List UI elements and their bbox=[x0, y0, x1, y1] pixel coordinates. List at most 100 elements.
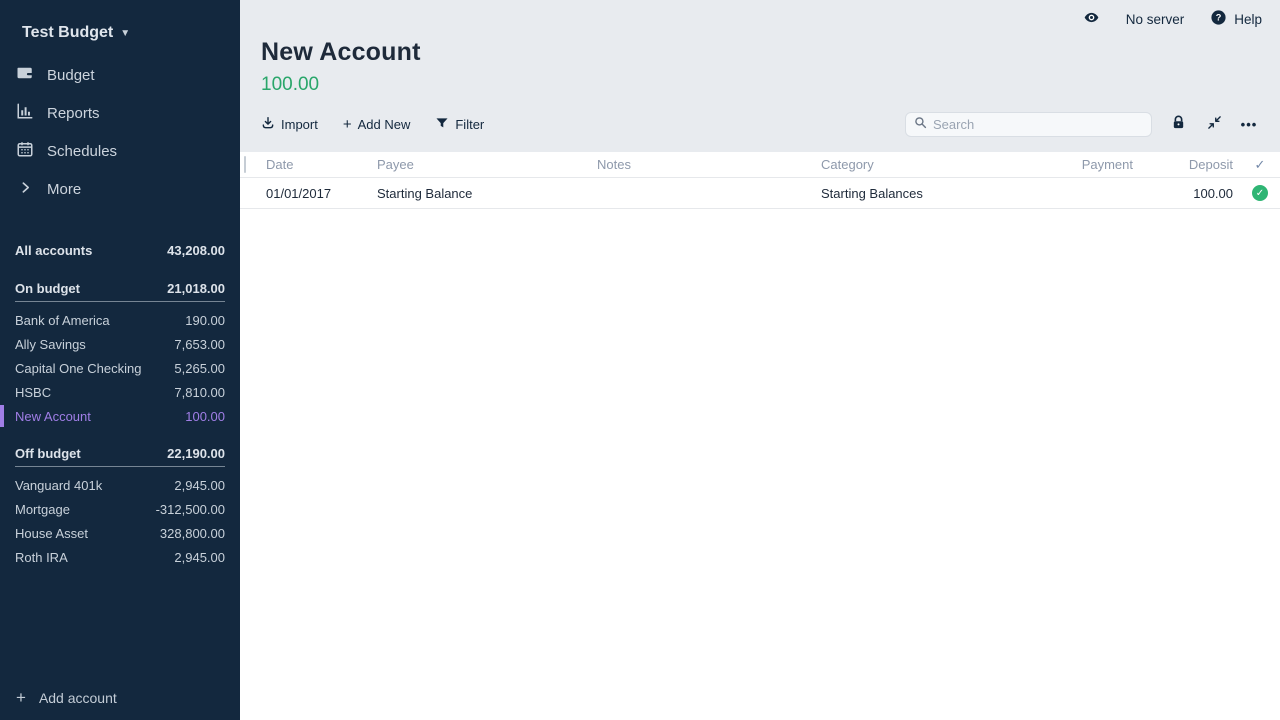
add-account-button[interactable]: + Add account bbox=[0, 684, 240, 712]
chevron-down-icon: ▼ bbox=[120, 28, 130, 39]
account-name: Capital One Checking bbox=[15, 361, 141, 376]
help-label: Help bbox=[1234, 12, 1262, 27]
account-balance: 190.00 bbox=[185, 313, 225, 328]
transactions-table: Date Payee Notes Category Payment Deposi… bbox=[240, 152, 1280, 720]
table-header-row: Date Payee Notes Category Payment Deposi… bbox=[240, 152, 1280, 178]
add-new-button[interactable]: + Add New bbox=[343, 117, 411, 132]
eye-icon bbox=[1083, 9, 1100, 29]
lock-icon bbox=[1171, 115, 1186, 133]
column-header-deposit[interactable]: Deposit bbox=[1140, 157, 1240, 172]
account-balance: 7,653.00 bbox=[174, 337, 225, 352]
account-name: New Account bbox=[15, 409, 91, 424]
calendar-icon bbox=[16, 140, 34, 162]
account-item-ally-savings[interactable]: Ally Savings 7,653.00 bbox=[0, 332, 240, 356]
accounts-list: All accounts 43,208.00 On budget 21,018.… bbox=[0, 237, 240, 569]
import-label: Import bbox=[281, 117, 318, 132]
check-icon: ✓ bbox=[1255, 157, 1266, 173]
budget-name: Test Budget bbox=[22, 24, 113, 42]
budget-switcher[interactable]: Test Budget ▼ bbox=[22, 24, 240, 42]
sidebar-item-label: Reports bbox=[47, 105, 100, 122]
on-budget-header[interactable]: On budget 21,018.00 bbox=[15, 276, 225, 302]
help-button[interactable]: ? Help bbox=[1210, 9, 1262, 29]
on-budget-value: 21,018.00 bbox=[167, 281, 225, 296]
table-empty-area bbox=[240, 209, 1280, 720]
account-item-vanguard-401k[interactable]: Vanguard 401k 2,945.00 bbox=[0, 473, 240, 497]
account-name: Mortgage bbox=[15, 502, 70, 517]
account-balance: -312,500.00 bbox=[156, 502, 225, 517]
cell-date[interactable]: 01/01/2017 bbox=[264, 186, 375, 201]
table-row[interactable]: 01/01/2017 Starting Balance Starting Bal… bbox=[240, 178, 1280, 209]
account-header: New Account 100.00 bbox=[240, 38, 1280, 96]
account-balance: 2,945.00 bbox=[174, 550, 225, 565]
search-icon bbox=[914, 116, 927, 132]
import-icon bbox=[261, 116, 275, 133]
cell-payee[interactable]: Starting Balance bbox=[375, 186, 595, 201]
column-header-notes[interactable]: Notes bbox=[595, 157, 820, 172]
column-header-date[interactable]: Date bbox=[264, 157, 375, 172]
collapse-rows-button[interactable] bbox=[1203, 115, 1225, 133]
main-panel: No server ? Help New Account 100.00 Impo… bbox=[240, 0, 1280, 720]
add-new-label: Add New bbox=[358, 117, 411, 132]
column-header-cleared[interactable]: ✓ bbox=[1240, 157, 1280, 173]
filter-icon bbox=[435, 116, 449, 133]
account-item-bank-of-america[interactable]: Bank of America 190.00 bbox=[0, 308, 240, 332]
filter-label: Filter bbox=[455, 117, 484, 132]
account-item-hsbc[interactable]: HSBC 7,810.00 bbox=[0, 380, 240, 404]
on-budget-label: On budget bbox=[15, 281, 80, 296]
sidebar: Test Budget ▼ Budget Reports Schedules bbox=[0, 0, 240, 720]
ellipsis-icon: ••• bbox=[1241, 117, 1258, 132]
account-balance: 328,800.00 bbox=[160, 526, 225, 541]
cell-category[interactable]: Starting Balances bbox=[820, 186, 1010, 201]
account-item-mortgage[interactable]: Mortgage -312,500.00 bbox=[0, 497, 240, 521]
filter-button[interactable]: Filter bbox=[435, 116, 484, 133]
account-balance: 100.00 bbox=[185, 409, 225, 424]
account-item-house-asset[interactable]: House Asset 328,800.00 bbox=[0, 521, 240, 545]
sidebar-item-schedules[interactable]: Schedules bbox=[0, 132, 240, 170]
account-name: HSBC bbox=[15, 385, 51, 400]
all-accounts-value: 43,208.00 bbox=[167, 243, 225, 258]
account-balance: 7,810.00 bbox=[174, 385, 225, 400]
account-name: Bank of America bbox=[15, 313, 110, 328]
account-item-roth-ira[interactable]: Roth IRA 2,945.00 bbox=[0, 545, 240, 569]
select-all-checkbox[interactable] bbox=[244, 156, 246, 173]
column-header-payment[interactable]: Payment bbox=[1010, 157, 1140, 172]
account-balance-total[interactable]: 100.00 bbox=[261, 74, 1280, 96]
column-header-category[interactable]: Category bbox=[820, 157, 1010, 172]
account-menu-button[interactable]: ••• bbox=[1238, 117, 1260, 132]
sidebar-item-budget[interactable]: Budget bbox=[0, 56, 240, 94]
select-all-cell bbox=[240, 157, 264, 172]
account-toolbar: Import + Add New Filter bbox=[240, 111, 1280, 137]
sidebar-item-label: Budget bbox=[47, 67, 95, 84]
sidebar-item-label: Schedules bbox=[47, 143, 117, 160]
account-item-capital-one-checking[interactable]: Capital One Checking 5,265.00 bbox=[0, 356, 240, 380]
sidebar-item-reports[interactable]: Reports bbox=[0, 94, 240, 132]
plus-icon: + bbox=[16, 688, 26, 708]
server-status[interactable]: No server bbox=[1126, 12, 1185, 27]
sidebar-item-more[interactable]: More bbox=[0, 170, 240, 208]
account-balance: 2,945.00 bbox=[174, 478, 225, 493]
wallet-icon bbox=[16, 64, 34, 86]
cleared-check-icon[interactable]: ✓ bbox=[1252, 185, 1268, 201]
server-status-label: No server bbox=[1126, 12, 1185, 27]
plus-icon: + bbox=[343, 117, 352, 132]
lock-button[interactable] bbox=[1167, 115, 1189, 133]
bar-chart-icon bbox=[16, 102, 34, 124]
search-box bbox=[905, 112, 1152, 137]
cell-deposit[interactable]: 100.00 bbox=[1140, 186, 1240, 201]
svg-text:?: ? bbox=[1216, 13, 1222, 23]
account-balance: 5,265.00 bbox=[174, 361, 225, 376]
account-name: Ally Savings bbox=[15, 337, 86, 352]
all-accounts-row[interactable]: All accounts 43,208.00 bbox=[0, 237, 240, 263]
account-name: Vanguard 401k bbox=[15, 478, 102, 493]
search-input[interactable] bbox=[933, 117, 1143, 132]
question-circle-icon: ? bbox=[1210, 9, 1227, 29]
off-budget-header[interactable]: Off budget 22,190.00 bbox=[15, 441, 225, 467]
import-button[interactable]: Import bbox=[261, 116, 318, 133]
chevron-right-icon bbox=[16, 181, 34, 198]
column-header-payee[interactable]: Payee bbox=[375, 157, 595, 172]
top-bar: No server ? Help bbox=[240, 0, 1280, 38]
privacy-toggle-button[interactable] bbox=[1083, 9, 1100, 29]
account-item-new-account[interactable]: New Account 100.00 bbox=[0, 404, 240, 428]
cell-cleared: ✓ bbox=[1240, 185, 1280, 201]
account-name: House Asset bbox=[15, 526, 88, 541]
